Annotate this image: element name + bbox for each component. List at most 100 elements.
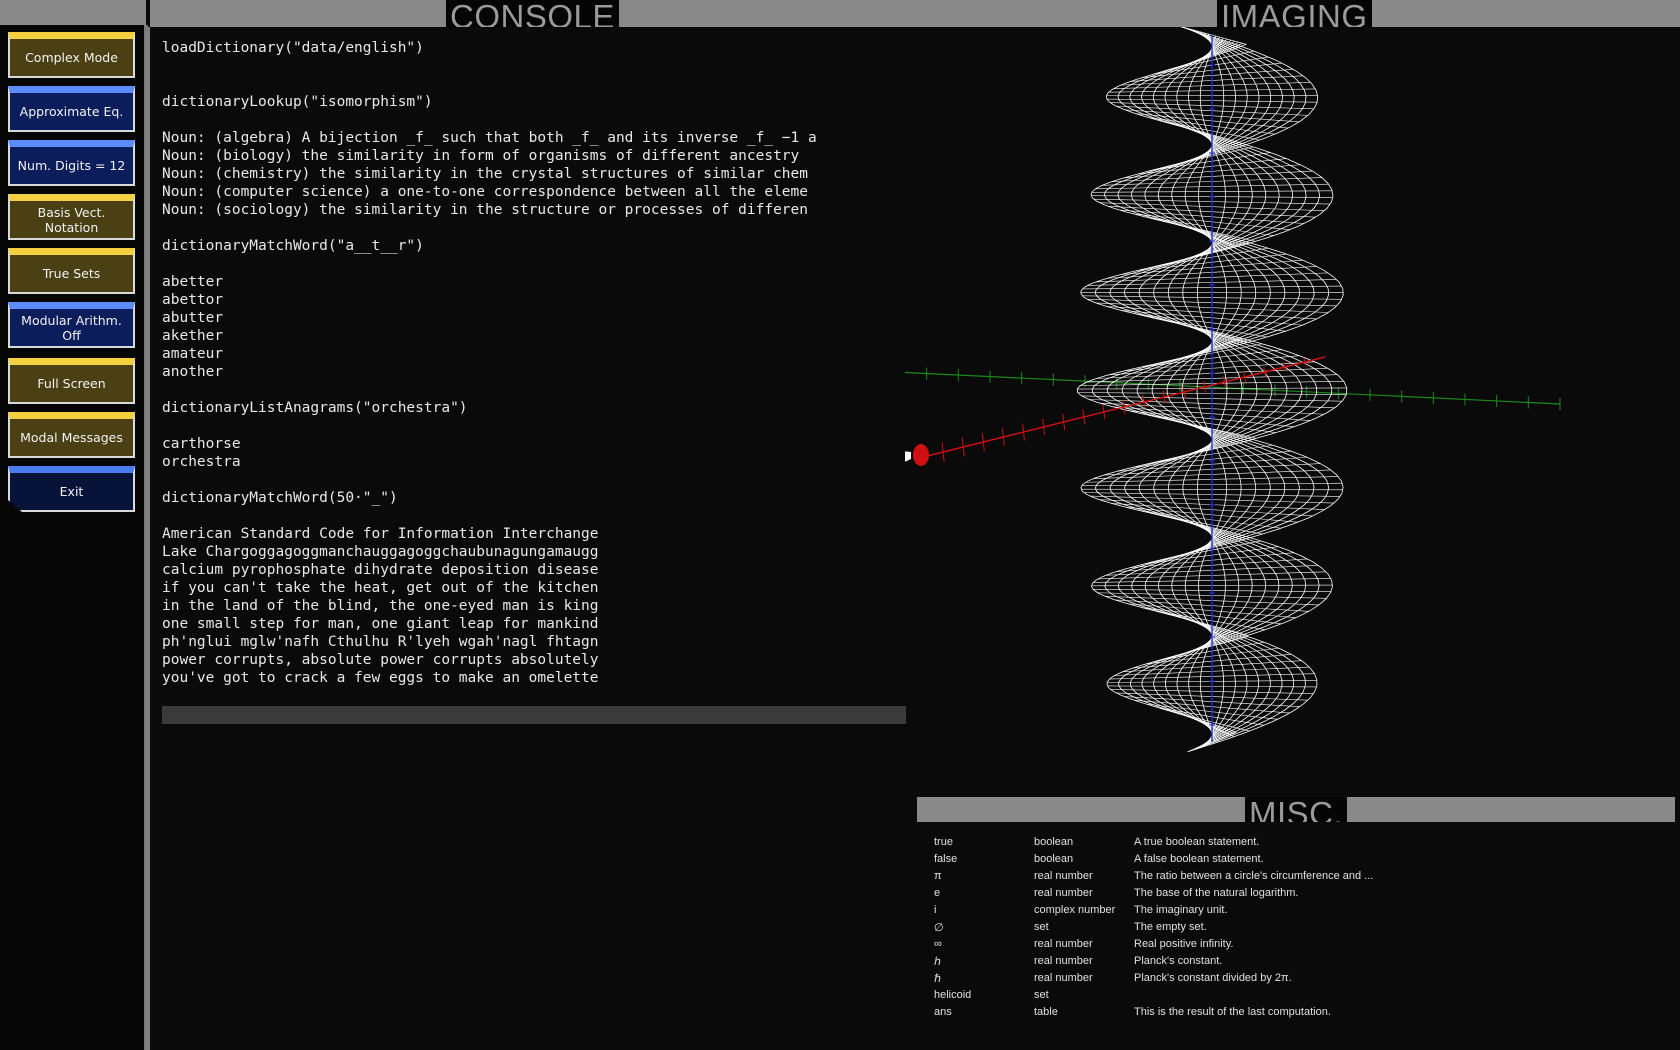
misc-row: ℎ real number Planck's constant. bbox=[934, 955, 1654, 972]
console-header: CONSOLE IMAGING bbox=[150, 0, 1680, 27]
console-line: ph'nglui mglw'nafh Cthulhu R'lyeh wgah'n… bbox=[162, 634, 599, 650]
sidebar-button-basis-vect-notation[interactable]: Basis Vect. Notation bbox=[8, 194, 135, 240]
misc-variable-table: true boolean A true boolean statement. fals… bbox=[934, 836, 1654, 1023]
sidebar-button-true-sets[interactable]: True Sets bbox=[8, 248, 135, 294]
console-line: dictionaryListAnagrams("orchestra") bbox=[162, 400, 468, 416]
misc-row: false boolean A false boolean statement. bbox=[934, 853, 1654, 870]
misc-name: ∞ bbox=[934, 938, 942, 950]
console-line: orchestra bbox=[162, 454, 241, 470]
misc-name: ℎ bbox=[934, 956, 941, 968]
console-left-border bbox=[146, 27, 150, 1050]
sidebar-top-bar bbox=[0, 0, 146, 25]
misc-row: ℏ real number Planck's constant divided by… bbox=[934, 972, 1654, 989]
console-line: akether bbox=[162, 328, 224, 344]
sidebar-button-modular-arithm-off[interactable]: Modular Arithm. Off bbox=[8, 302, 135, 348]
sidebar-button-approximate-eq[interactable]: Approximate Eq. bbox=[8, 86, 135, 132]
misc-name: true bbox=[934, 836, 953, 848]
misc-type: set bbox=[1034, 989, 1049, 1001]
misc-row: ∅ set The empty set. bbox=[934, 921, 1654, 938]
sidebar: Complex Mode Approximate Eq. Num. Digits =… bbox=[0, 0, 148, 1050]
sidebar-button-full-screen[interactable]: Full Screen bbox=[8, 358, 135, 404]
misc-description: The empty set. bbox=[1134, 921, 1207, 933]
misc-type: real number bbox=[1034, 887, 1093, 899]
console-line: one small step for man, one giant leap f… bbox=[162, 616, 599, 632]
sidebar-button-complex-mode[interactable]: Complex Mode bbox=[8, 32, 135, 78]
misc-description: A false boolean statement. bbox=[1134, 853, 1264, 865]
misc-row: e real number The base of the natural loga… bbox=[934, 887, 1654, 904]
console-line: power corrupts, absolute power corrupts … bbox=[162, 652, 599, 668]
misc-type: complex number bbox=[1034, 904, 1116, 916]
misc-name: ∅ bbox=[934, 922, 944, 934]
misc-name: e bbox=[934, 887, 941, 899]
console-line: Noun: (sociology) the similarity in the … bbox=[162, 202, 809, 218]
console-line: dictionaryMatchWord("a__t__r") bbox=[162, 238, 424, 254]
console-output: loadDictionary("data/english") dictionary… bbox=[162, 39, 906, 699]
console-line: Noun: (chemistry) the similarity in the … bbox=[162, 166, 809, 182]
misc-type: real number bbox=[1034, 955, 1093, 967]
console-line: Noun: (computer science) a one-to-one co… bbox=[162, 184, 809, 200]
console-line: abetter bbox=[162, 274, 224, 290]
misc-name: false bbox=[934, 853, 958, 865]
console-line: carthorse bbox=[162, 436, 241, 452]
misc-type: boolean bbox=[1034, 853, 1074, 865]
console-line: if you can't take the heat, get out of t… bbox=[162, 580, 599, 596]
console-line: abettor bbox=[162, 292, 224, 308]
console-input-line[interactable] bbox=[162, 706, 906, 724]
misc-description: Planck's constant divided by 2π. bbox=[1134, 972, 1292, 984]
console-line: Noun: (biology) the similarity in form o… bbox=[162, 148, 800, 164]
sidebar-button-exit[interactable]: Exit bbox=[8, 466, 135, 512]
console-line: in the land of the blind, the one-eyed m… bbox=[162, 598, 599, 614]
console-line: calcium pyrophosphate dihydrate depositi… bbox=[162, 562, 599, 578]
console-line: American Standard Code for Information I… bbox=[162, 526, 599, 542]
console-line: loadDictionary("data/english") bbox=[162, 40, 424, 56]
misc-title: MISC. bbox=[1245, 797, 1348, 822]
axis-origin-marker bbox=[913, 444, 929, 466]
console-line: abutter bbox=[162, 310, 224, 326]
misc-description: The base of the natural logarithm. bbox=[1134, 887, 1299, 899]
misc-type: table bbox=[1034, 1006, 1058, 1018]
misc-description: This is the result of the last computati… bbox=[1134, 1006, 1331, 1018]
console-line: you've got to crack a few eggs to make a… bbox=[162, 670, 599, 686]
misc-header: MISC. bbox=[917, 797, 1675, 822]
misc-row: π real number The ratio between a circle's… bbox=[934, 870, 1654, 887]
misc-type: real number bbox=[1034, 938, 1093, 950]
console-line: dictionaryLookup("isomorphism") bbox=[162, 94, 433, 110]
misc-description: A true boolean statement. bbox=[1134, 836, 1260, 848]
misc-description: The ratio between a circle's circumferen… bbox=[1134, 870, 1374, 882]
misc-row: i complex number The imaginary unit. bbox=[934, 904, 1654, 921]
misc-description: The imaginary unit. bbox=[1134, 904, 1228, 916]
misc-row: helicoid set bbox=[934, 989, 1654, 1006]
helicoid-plot bbox=[905, 27, 1561, 753]
pointer-icon bbox=[905, 451, 911, 462]
misc-name: ans bbox=[934, 1006, 952, 1018]
misc-row: ∞ real number Real positive infinity. bbox=[934, 938, 1654, 955]
sidebar-button-num-digits-12[interactable]: Num. Digits = 12 bbox=[8, 140, 135, 186]
console-line: amateur bbox=[162, 346, 224, 362]
console-line: Noun: (algebra) A bijection _f_ such tha… bbox=[162, 130, 817, 146]
console-line: Lake Chargoggagoggmanchauggagoggchaubuna… bbox=[162, 544, 599, 560]
misc-type: boolean bbox=[1034, 836, 1074, 848]
misc-name: i bbox=[934, 904, 937, 916]
misc-type: real number bbox=[1034, 972, 1093, 984]
misc-name: helicoid bbox=[934, 989, 972, 1001]
imaging-title: IMAGING bbox=[1217, 0, 1372, 27]
misc-row: ans table This is the result of the last c… bbox=[934, 1006, 1654, 1023]
misc-name: π bbox=[934, 870, 942, 882]
misc-description: Planck's constant. bbox=[1134, 955, 1223, 967]
console-line: another bbox=[162, 364, 224, 380]
sidebar-button-modal-messages[interactable]: Modal Messages bbox=[8, 412, 135, 458]
misc-name: ℏ bbox=[934, 973, 941, 985]
misc-type: set bbox=[1034, 921, 1049, 933]
imaging-viewport[interactable] bbox=[905, 27, 1680, 797]
console-line: dictionaryMatchWord(50·"_") bbox=[162, 490, 398, 506]
misc-row: true boolean A true boolean statement. bbox=[934, 836, 1654, 853]
misc-description bbox=[1134, 989, 1554, 1006]
